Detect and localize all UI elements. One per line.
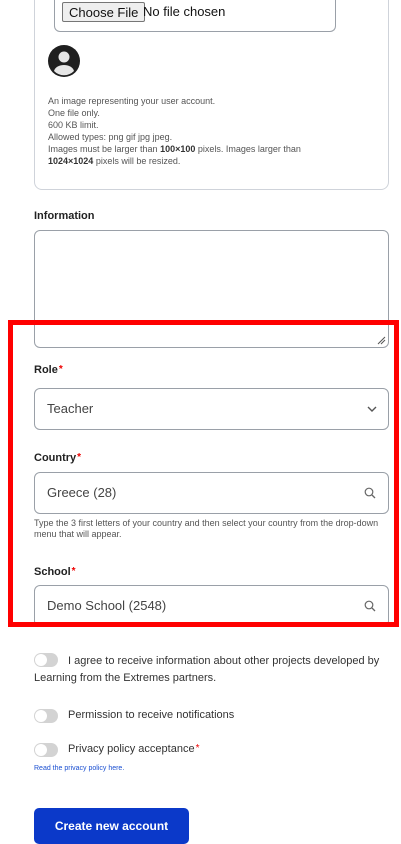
file-status-text: No file chosen [143, 4, 226, 19]
information-label: Information [34, 210, 95, 222]
user-avatar-icon [48, 45, 80, 77]
choose-file-button[interactable]: Choose File [62, 2, 146, 22]
upload-help: An image representing your user account.… [48, 96, 301, 166]
privacy-policy-link[interactable]: Read the privacy policy here. [34, 765, 124, 772]
highlight-frame [8, 320, 399, 627]
privacy-toggle-label: Privacy policy acceptance* [68, 743, 200, 755]
notifications-toggle-label: Permission to receive notifications [68, 709, 235, 721]
privacy-toggle[interactable] [34, 743, 58, 757]
notifications-toggle[interactable] [34, 709, 58, 723]
projects-toggle-label: I agree to receive information about oth… [34, 655, 380, 684]
